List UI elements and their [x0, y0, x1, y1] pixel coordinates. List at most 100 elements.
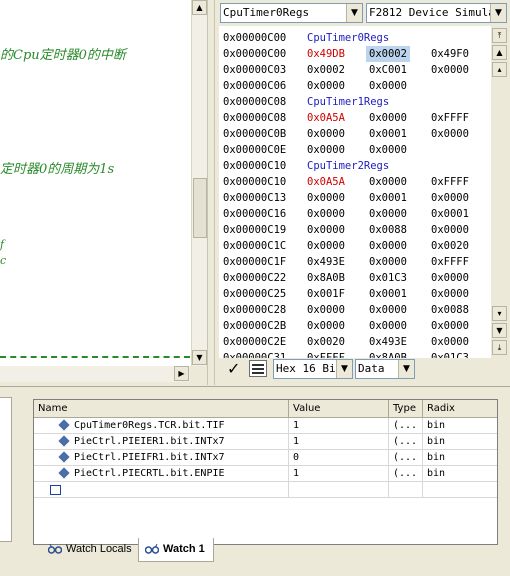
memory-value[interactable]: 0xFFFF — [431, 110, 469, 126]
memory-value[interactable]: 0x001F — [307, 286, 345, 302]
watch-value-text: 1 — [293, 436, 300, 447]
memory-value[interactable]: 0xC001 — [369, 62, 407, 78]
memory-value[interactable]: 0x0000 — [307, 222, 345, 238]
memory-value[interactable]: 0x49F0 — [431, 46, 469, 62]
watch-grid[interactable]: Name Value Type Radix CpuTimer0Regs.TCR.… — [33, 399, 498, 545]
memory-value[interactable]: 0x0020 — [431, 238, 469, 254]
memory-address-combo[interactable]: CpuTimer0Regs ▼ — [220, 3, 363, 23]
memory-address: 0x00000C00 — [223, 32, 287, 44]
memory-value[interactable]: 0x0000 — [369, 318, 407, 334]
memory-value[interactable]: 0x0000 — [307, 142, 345, 158]
code-scroll-thumb[interactable] — [193, 178, 207, 238]
memory-value[interactable]: 0x0000 — [307, 126, 345, 142]
memory-value[interactable]: 0x01C3 — [369, 270, 407, 286]
column-header-name[interactable]: Name — [34, 400, 289, 418]
memory-value[interactable]: 0x0000 — [431, 334, 469, 350]
memory-value[interactable]: 0x0088 — [369, 222, 407, 238]
watch-value-cell[interactable]: 1 — [289, 418, 389, 434]
watch-value-cell[interactable]: 1 — [289, 434, 389, 450]
memory-value[interactable]: 0x0000 — [431, 222, 469, 238]
memory-value[interactable]: 0x0002 — [307, 62, 345, 78]
scroll-to-bottom-icon[interactable]: ⤓ — [492, 340, 507, 355]
page-combo[interactable]: Data ▼ — [355, 359, 415, 379]
memory-view[interactable]: 0x00000C00 CpuTimer0Regs 0x00000C00 0x49DB 0… — [219, 26, 491, 358]
watch-row[interactable]: PieCtrl.PIEIER1.bit.INTx7 1 (... bin — [34, 434, 497, 450]
memory-value[interactable]: 0x0001 — [369, 286, 407, 302]
memory-value[interactable]: 0x01C3 — [431, 350, 469, 358]
column-header-value[interactable]: Value — [289, 400, 389, 418]
memory-value[interactable]: 0x0001 — [369, 190, 407, 206]
tab-watch-locals[interactable]: Watch Locals — [42, 538, 136, 562]
code-editor[interactable]: 的Cpu定时器0的中断 定时器0的周期为1s f c — [0, 0, 206, 366]
memory-address: 0x00000C1F — [223, 256, 287, 268]
memory-value[interactable]: 0x493E — [307, 254, 345, 270]
code-horizontal-scrollbar[interactable]: ▶ — [0, 366, 190, 382]
memory-value[interactable]: 0x0000 — [431, 126, 469, 142]
format-combo[interactable]: Hex 16 Bit ▼ — [273, 359, 353, 379]
chevron-down-icon[interactable]: ▼ — [346, 4, 362, 22]
line-down-icon[interactable]: ▾ — [492, 306, 507, 321]
memory-value[interactable]: 0x0000 — [369, 206, 407, 222]
memory-value[interactable]: 0x0001 — [369, 126, 407, 142]
target-device-combo[interactable]: F2812 Device Simula ▼ — [366, 3, 507, 23]
memory-value[interactable]: 0x0000 — [369, 254, 407, 270]
new-expression-row[interactable] — [34, 482, 497, 498]
memory-value[interactable]: 0x0000 — [431, 270, 469, 286]
memory-value[interactable]: 0x0000 — [307, 302, 345, 318]
memory-value[interactable]: 0x0000 — [369, 238, 407, 254]
chevron-down-icon[interactable]: ▼ — [490, 4, 506, 22]
page-down-icon[interactable]: ▼ — [492, 323, 507, 338]
memory-value[interactable]: 0x0000 — [431, 286, 469, 302]
memory-value[interactable]: 0x0000 — [369, 110, 407, 126]
watch-type-text: (... — [393, 468, 418, 479]
column-header-radix[interactable]: Radix — [423, 400, 497, 418]
memory-value[interactable]: 0x0000 — [369, 142, 407, 158]
code-vertical-scrollbar[interactable]: ▲ ▼ — [191, 0, 207, 366]
line-up-icon[interactable]: ▴ — [492, 62, 507, 77]
memory-value[interactable]: 0x0002 — [366, 46, 410, 62]
new-watch-icon[interactable] — [50, 485, 61, 495]
watch-row[interactable]: CpuTimer0Regs.TCR.bit.TIF 1 (... bin — [34, 418, 497, 434]
memory-value[interactable]: 0x0A5A — [307, 174, 345, 190]
memory-address: 0x00000C0B — [223, 128, 287, 140]
memory-value[interactable]: 0x0000 — [369, 78, 407, 94]
memory-value[interactable]: 0x0000 — [307, 238, 345, 254]
watch-value-cell[interactable]: 1 — [289, 466, 389, 482]
memory-value[interactable]: 0xFFFF — [431, 254, 469, 270]
properties-icon[interactable] — [249, 360, 267, 377]
memory-value[interactable]: 0x0000 — [369, 302, 407, 318]
memory-value[interactable]: 0x0000 — [307, 206, 345, 222]
chevron-down-icon[interactable]: ▼ — [398, 360, 414, 378]
watch-name-text: PieCtrl.PIECRTL.bit.ENPIE — [74, 468, 225, 479]
memory-value[interactable]: 0x0000 — [431, 318, 469, 334]
column-header-type[interactable]: Type — [389, 400, 423, 418]
memory-value[interactable]: 0x0A5A — [307, 110, 345, 126]
tab-watch-1[interactable]: Watch 1 — [138, 538, 214, 562]
scroll-to-top-icon[interactable]: ⤒ — [492, 28, 507, 43]
memory-value[interactable]: 0x493E — [369, 334, 407, 350]
memory-value[interactable]: 0x0000 — [431, 190, 469, 206]
memory-value[interactable]: 0x0020 — [307, 334, 345, 350]
memory-value[interactable]: 0x0000 — [307, 190, 345, 206]
memory-value[interactable]: 0x8A0B — [307, 270, 345, 286]
pane-splitter[interactable] — [207, 0, 215, 385]
memory-value[interactable]: 0xFFFF — [307, 350, 345, 358]
page-up-icon[interactable]: ▲ — [492, 45, 507, 60]
memory-value[interactable]: 0xFFFF — [431, 174, 469, 190]
chevron-down-icon[interactable]: ▼ — [336, 360, 352, 378]
memory-value[interactable]: 0x49DB — [307, 46, 345, 62]
scroll-up-arrow-icon[interactable]: ▲ — [192, 0, 207, 15]
checkmark-icon[interactable]: ✓ — [227, 359, 240, 378]
scroll-down-arrow-icon[interactable]: ▼ — [192, 350, 207, 365]
memory-value[interactable]: 0x0088 — [431, 302, 469, 318]
memory-value[interactable]: 0x0001 — [431, 206, 469, 222]
watch-row[interactable]: PieCtrl.PIECRTL.bit.ENPIE 1 (... bin — [34, 466, 497, 482]
watch-row[interactable]: PieCtrl.PIEIFR1.bit.INTx7 0 (... bin — [34, 450, 497, 466]
scroll-right-arrow-icon[interactable]: ▶ — [174, 366, 189, 381]
memory-value[interactable]: 0x8A0B — [369, 350, 407, 358]
memory-value[interactable]: 0x0000 — [307, 318, 345, 334]
memory-value[interactable]: 0x0000 — [431, 62, 469, 78]
watch-value-cell[interactable]: 0 — [289, 450, 389, 466]
memory-value[interactable]: 0x0000 — [307, 78, 345, 94]
memory-value[interactable]: 0x0000 — [369, 174, 407, 190]
